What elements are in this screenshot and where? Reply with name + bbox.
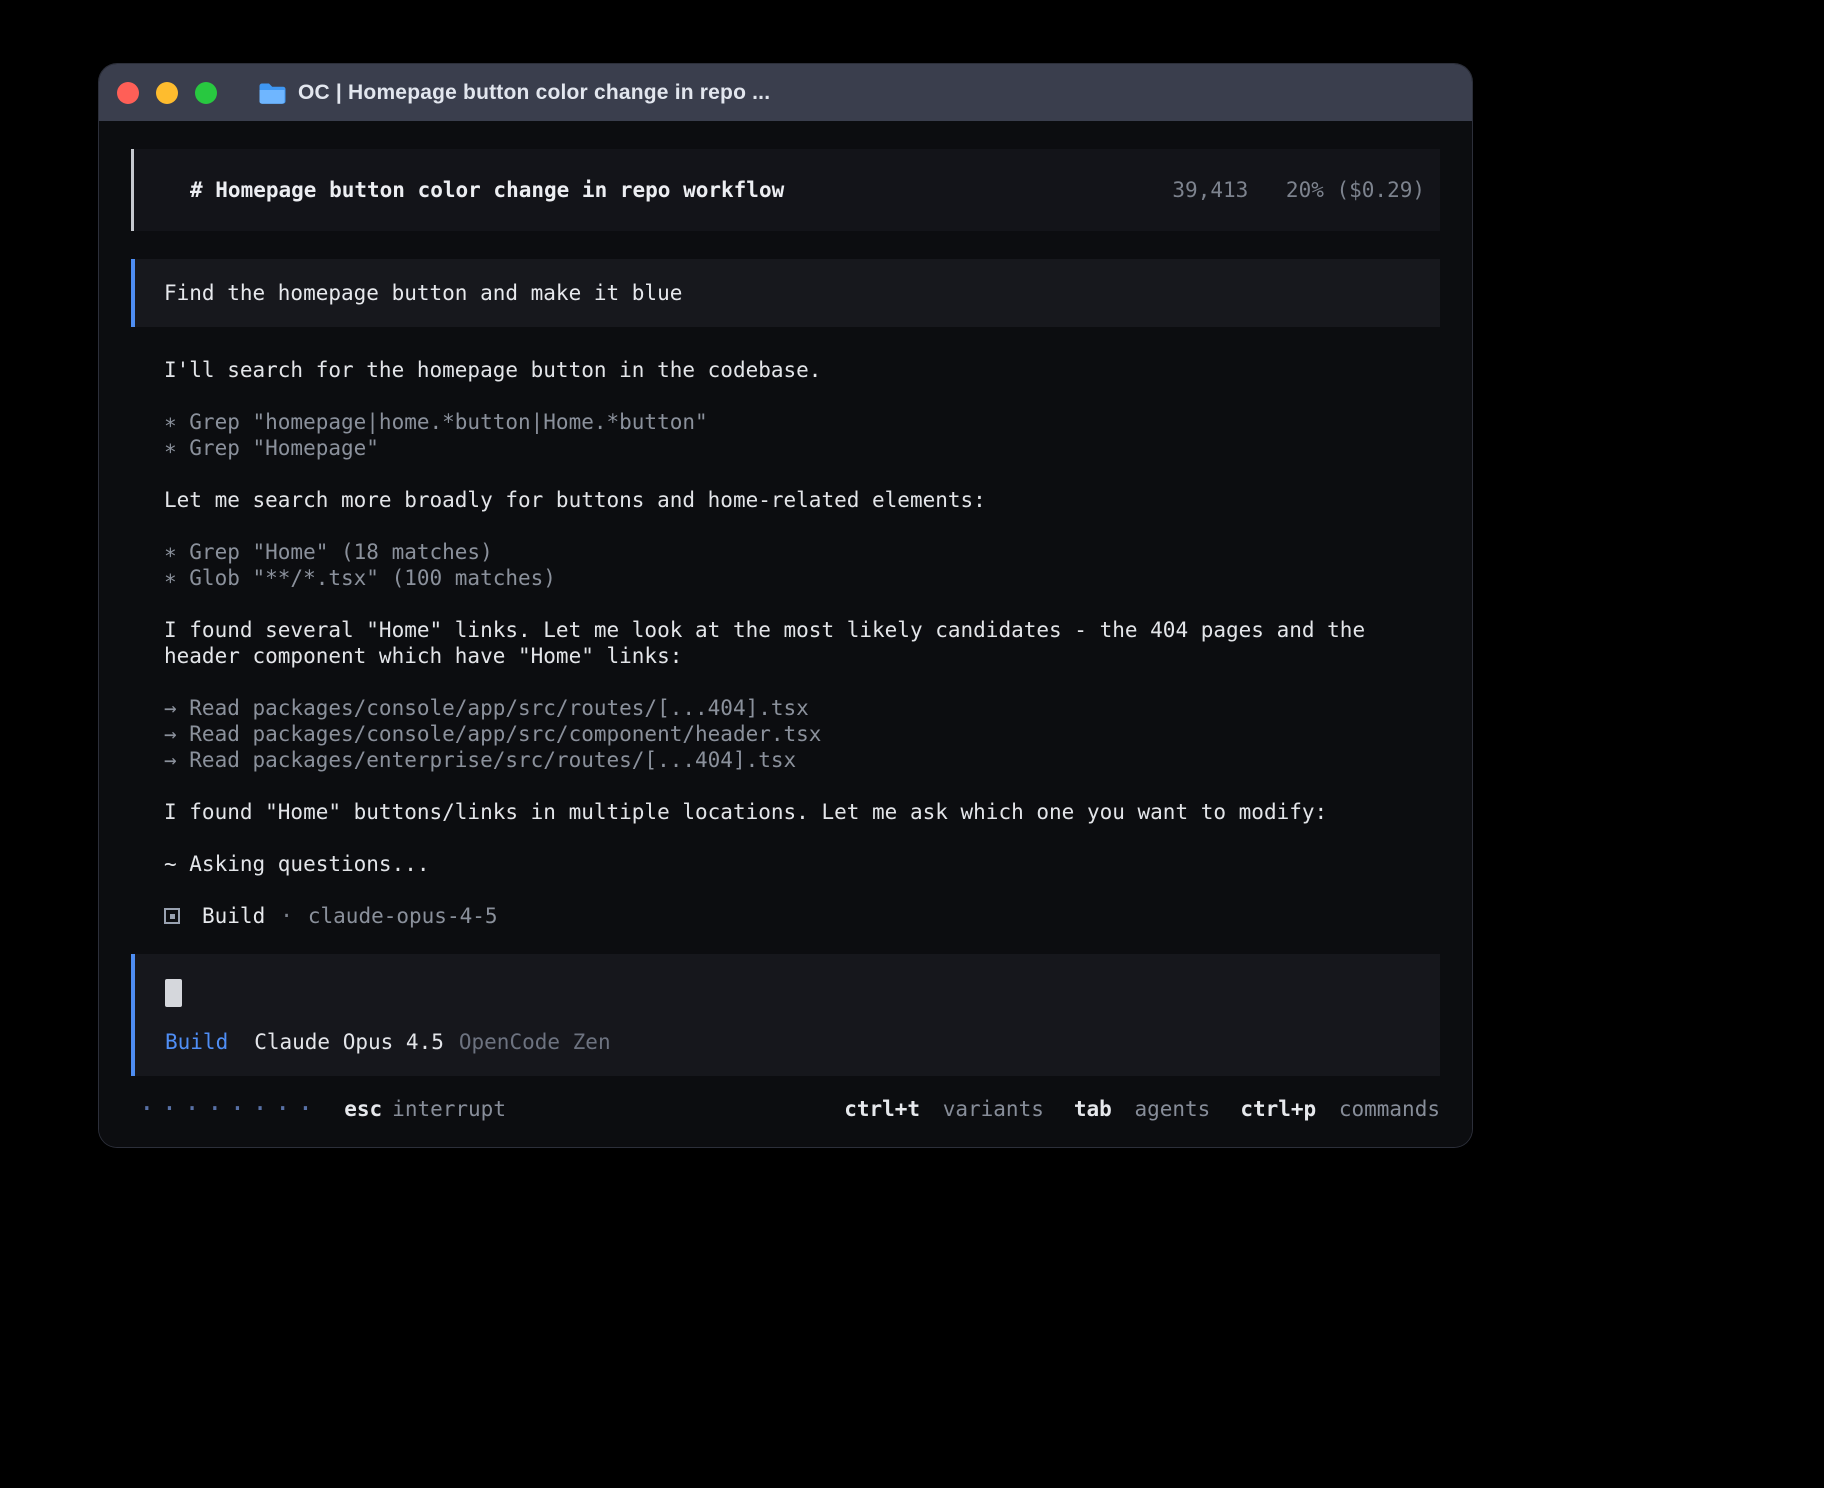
tool-call-line: ∗ Grep "Homepage" — [164, 435, 1440, 461]
minimize-button[interactable] — [156, 82, 178, 104]
variants-label: variants — [943, 1097, 1044, 1121]
prompt-input[interactable]: Build Claude Opus 4.5 OpenCode Zen — [131, 954, 1440, 1076]
tool-call-line: → Read packages/console/app/src/componen… — [164, 721, 1440, 747]
conversation: I'll search for the homepage button in t… — [131, 357, 1440, 929]
agent-model: claude-opus-4-5 — [308, 903, 498, 929]
assistant-text: Let me search more broadly for buttons a… — [164, 487, 1440, 513]
esc-key-hint: esc — [344, 1096, 382, 1122]
model-name[interactable]: Claude Opus 4.5 — [254, 1029, 444, 1055]
working-status: ~ Asking questions... — [164, 851, 1440, 877]
status-bar-left: ········ esc interrupt — [139, 1096, 506, 1122]
tool-call-line: → Read packages/enterprise/src/routes/[.… — [164, 747, 1440, 773]
tool-call-group: → Read packages/console/app/src/routes/[… — [164, 695, 1440, 773]
variants-hint: ctrl+t variants — [844, 1096, 1044, 1122]
maximize-button[interactable] — [195, 82, 217, 104]
status-bar: ········ esc interrupt ctrl+t variants t… — [131, 1096, 1440, 1122]
agent-square-icon — [164, 908, 180, 924]
user-message-text: Find the homepage button and make it blu… — [164, 280, 682, 306]
ctrl-p-key: ctrl+p — [1240, 1097, 1316, 1121]
commands-hint: ctrl+p commands — [1240, 1096, 1440, 1122]
assistant-text: I found several "Home" links. Let me loo… — [164, 617, 1440, 669]
tool-call-line: ∗ Grep "Home" (18 matches) — [164, 539, 1440, 565]
titlebar[interactable]: OC | Homepage button color change in rep… — [99, 64, 1472, 121]
session-title: # Homepage button color change in repo w… — [190, 177, 784, 203]
agent-badge: Build · claude-opus-4-5 — [164, 903, 1440, 929]
close-button[interactable] — [117, 82, 139, 104]
token-count: 39,413 — [1172, 178, 1248, 202]
terminal-content: # Homepage button color change in repo w… — [99, 121, 1472, 1147]
user-message: Find the homepage button and make it blu… — [131, 259, 1440, 327]
terminal-window: OC | Homepage button color change in rep… — [99, 64, 1472, 1147]
status-bar-right: ctrl+t variants tab agents ctrl+p comman… — [844, 1096, 1440, 1122]
context-usage: 20% ($0.29) — [1286, 178, 1425, 202]
agent-name: Build — [202, 903, 265, 929]
ctrl-t-key: ctrl+t — [844, 1097, 920, 1121]
tool-call-line: → Read packages/console/app/src/routes/[… — [164, 695, 1440, 721]
tool-call-line: ∗ Grep "homepage|home.*button|Home.*butt… — [164, 409, 1440, 435]
session-stats: 39,413 20% ($0.29) — [1172, 177, 1425, 203]
agents-label: agents — [1134, 1097, 1210, 1121]
input-meta: Build Claude Opus 4.5 OpenCode Zen — [165, 1029, 1410, 1055]
tool-call-group: ∗ Grep "Home" (18 matches) ∗ Glob "**/*.… — [164, 539, 1440, 591]
tab-key: tab — [1074, 1097, 1112, 1121]
text-cursor — [165, 979, 182, 1007]
assistant-text: I found "Home" buttons/links in multiple… — [164, 799, 1440, 825]
provider-name: OpenCode Zen — [459, 1029, 611, 1055]
agents-hint: tab agents — [1074, 1096, 1210, 1122]
window-title: OC | Homepage button color change in rep… — [298, 81, 770, 105]
mode-indicator[interactable]: Build — [165, 1029, 228, 1055]
assistant-text: I'll search for the homepage button in t… — [164, 357, 1440, 383]
folder-icon — [258, 82, 286, 104]
traffic-lights — [117, 82, 234, 104]
interrupt-label: interrupt — [392, 1096, 506, 1122]
tool-call-group: ∗ Grep "homepage|home.*button|Home.*butt… — [164, 409, 1440, 461]
session-header: # Homepage button color change in repo w… — [131, 149, 1440, 231]
progress-dots: ········ — [139, 1096, 320, 1122]
agent-separator: · — [280, 903, 293, 929]
commands-label: commands — [1339, 1097, 1440, 1121]
tool-call-line: ∗ Glob "**/*.tsx" (100 matches) — [164, 565, 1440, 591]
